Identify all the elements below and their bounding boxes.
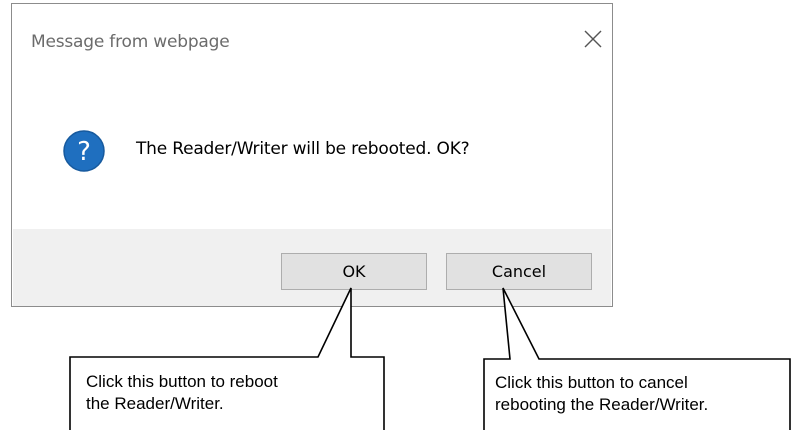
ok-callout-line2: the Reader/Writer. bbox=[86, 394, 224, 413]
ok-callout-line1: Click this button to reboot bbox=[86, 372, 278, 391]
ok-callout-text: Click this button to reboot the Reader/W… bbox=[86, 371, 278, 415]
cancel-callout-line2: rebooting the Reader/Writer. bbox=[495, 395, 709, 414]
cancel-callout-line1: Click this button to cancel bbox=[495, 373, 688, 392]
callout-annotations bbox=[69, 287, 791, 430]
cancel-callout-text: Click this button to cancel rebooting th… bbox=[495, 372, 708, 416]
